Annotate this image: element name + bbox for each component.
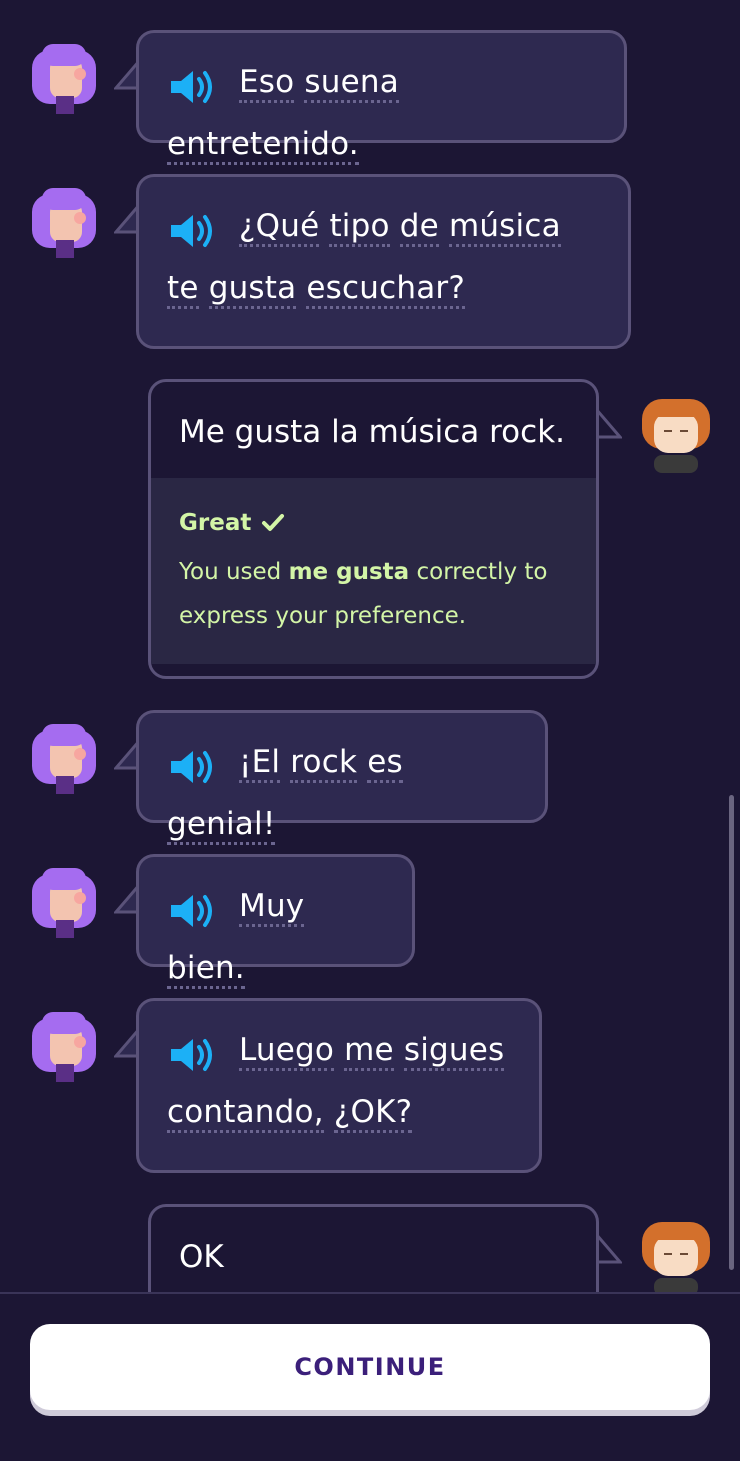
message-text: Me gusta la música rock.	[179, 414, 566, 450]
message-bubble: Eso suena entretenido.	[136, 30, 627, 165]
user-message: OK	[0, 1204, 740, 1292]
lily-avatar	[32, 1012, 96, 1082]
message-bubble: ¿Qué tipo de música te gusta escuchar?	[136, 174, 631, 349]
bot-message: Muy bien.	[0, 854, 740, 989]
feedback-panel: Great You used me gusta correctly to exp…	[151, 478, 596, 664]
speaker-icon[interactable]	[169, 747, 215, 787]
speaker-icon[interactable]	[169, 67, 215, 107]
chat-area: Eso suena entretenido. ¿Qué tipo de músi…	[0, 0, 740, 1292]
lily-avatar	[32, 724, 96, 794]
continue-button[interactable]: CONTINUE	[30, 1324, 710, 1410]
message-bubble: Muy bien.	[136, 854, 415, 989]
feedback-text: You used me gusta correctly to express y…	[179, 559, 548, 629]
speaker-icon[interactable]	[169, 211, 215, 251]
user-avatar	[642, 1222, 710, 1292]
speaker-icon[interactable]	[169, 891, 215, 931]
message-text[interactable]: ¿Qué tipo de música te gusta escuchar?	[139, 177, 628, 337]
message-bubble: Me gusta la música rock. Great You used …	[148, 379, 599, 679]
lily-avatar	[32, 44, 96, 114]
message-text[interactable]: Eso suena entretenido.	[139, 33, 624, 193]
bot-message: ¿Qué tipo de música te gusta escuchar?	[0, 174, 740, 349]
bot-message: Luego me sigues contando, ¿OK?	[0, 998, 740, 1173]
message-bubble: Luego me sigues contando, ¿OK?	[136, 998, 542, 1173]
bubble-tail	[596, 1234, 622, 1264]
check-icon	[262, 514, 285, 531]
message-bubble: OK	[148, 1204, 599, 1292]
feedback-title: Great	[179, 510, 252, 536]
bubble-tail	[596, 409, 622, 439]
bot-message: Eso suena entretenido.	[0, 30, 740, 165]
speaker-icon[interactable]	[169, 1035, 215, 1075]
footer: CONTINUE	[0, 1292, 740, 1461]
user-message: Me gusta la música rock. Great You used …	[0, 379, 740, 679]
message-text: OK	[179, 1239, 224, 1275]
user-avatar	[642, 399, 710, 473]
message-text[interactable]: Luego me sigues contando, ¿OK?	[139, 1001, 539, 1161]
message-text[interactable]: ¡El rock es genial!	[139, 713, 545, 873]
lily-avatar	[32, 868, 96, 938]
lily-avatar	[32, 188, 96, 258]
bot-message: ¡El rock es genial!	[0, 710, 740, 845]
message-bubble: ¡El rock es genial!	[136, 710, 548, 845]
message-text[interactable]: Muy bien.	[139, 857, 412, 1017]
scrollbar[interactable]	[729, 795, 734, 1270]
